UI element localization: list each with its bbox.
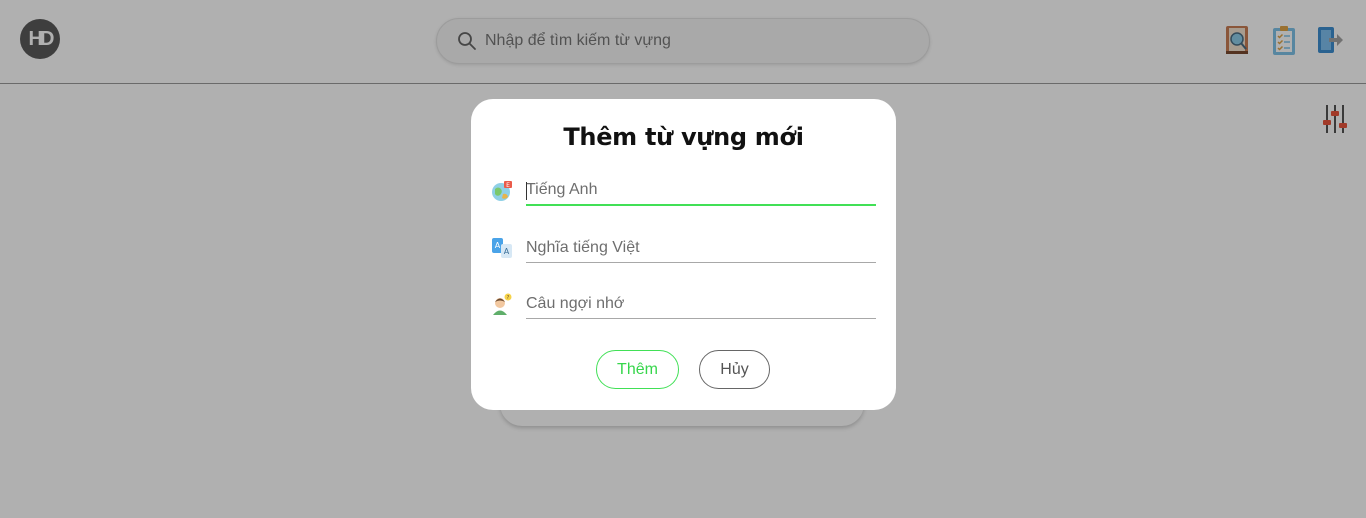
svg-text:A: A	[495, 241, 501, 250]
english-input[interactable]	[526, 176, 876, 206]
cancel-button[interactable]: Hủy	[699, 350, 770, 389]
svg-text:A: A	[504, 247, 510, 256]
mnemonic-field: ?	[491, 289, 876, 321]
globe-language-icon: E	[492, 181, 512, 201]
text-caret	[526, 182, 527, 200]
vietnamese-meaning-field: A A	[491, 233, 876, 265]
svg-text:E: E	[506, 182, 510, 189]
vietnamese-meaning-input[interactable]	[526, 233, 876, 263]
mnemonic-input[interactable]	[526, 289, 876, 319]
add-vocabulary-modal: Thêm từ vựng mới E A A ? Thêm	[471, 99, 896, 410]
translate-icon: A A	[492, 238, 512, 258]
add-button[interactable]: Thêm	[596, 350, 679, 389]
thinking-person-icon: ?	[493, 293, 512, 315]
modal-title: Thêm từ vựng mới	[563, 123, 804, 151]
english-field: E	[491, 176, 876, 208]
svg-text:?: ?	[507, 295, 510, 301]
